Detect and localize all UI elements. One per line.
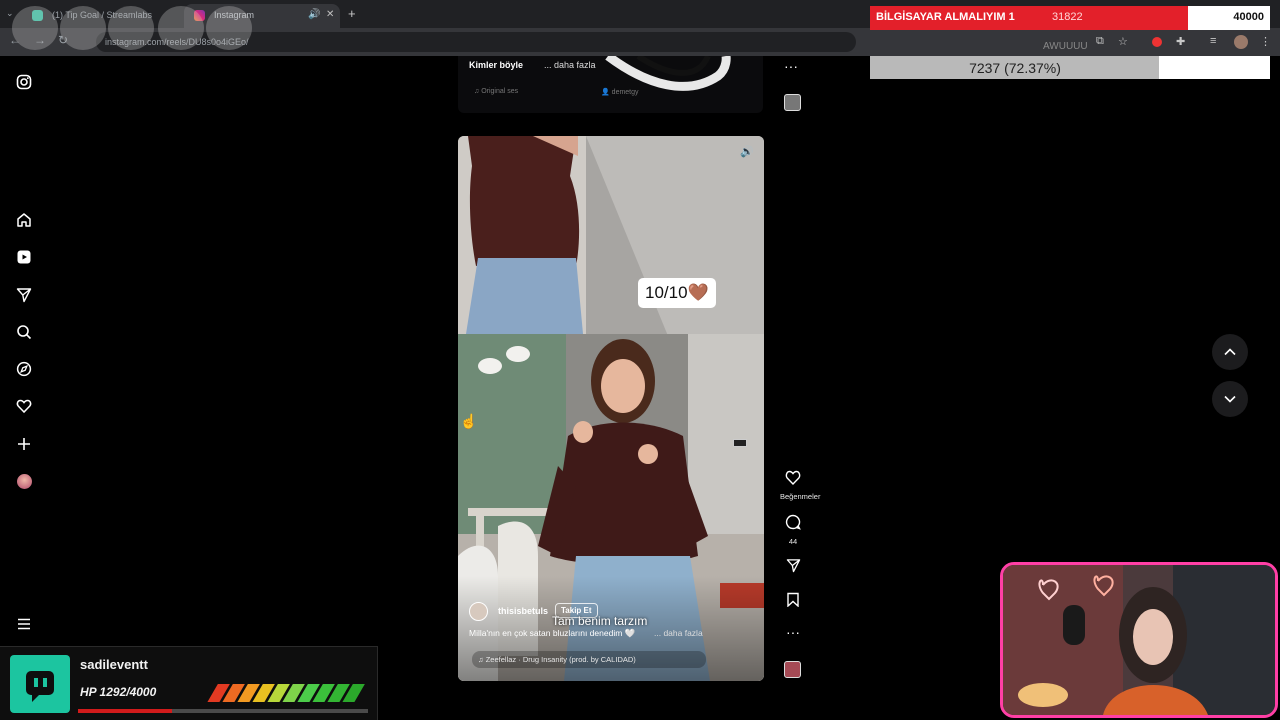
reel-sticker: 10/10🤎	[638, 278, 716, 308]
browser-profile-avatar[interactable]	[1234, 35, 1248, 49]
more-options-icon[interactable]: ···	[780, 624, 806, 640]
reel-caption-more-link[interactable]: ... daha fazla	[654, 628, 703, 638]
home-icon[interactable]	[14, 210, 34, 230]
browser-menu-icon[interactable]: ⋮	[1260, 35, 1271, 48]
explore-icon[interactable]	[14, 359, 34, 379]
prev-reel-audio-thumb[interactable]	[784, 94, 801, 111]
comments-count: 44	[788, 537, 798, 546]
blur-mask	[60, 6, 106, 50]
like-button[interactable]: Beğenmeler	[780, 470, 821, 501]
notifications-icon[interactable]	[14, 396, 34, 416]
tab-search-icon[interactable]: ⌄	[6, 8, 14, 19]
media-controls-icon[interactable]: ≡	[1210, 35, 1216, 47]
reels-icon[interactable]	[14, 247, 34, 267]
share-button[interactable]	[780, 558, 806, 578]
share-icon	[786, 559, 800, 573]
reel-caption: Milla'nın en çok satan bluzlarını denedi…	[469, 628, 636, 638]
prev-reel-more-link[interactable]: ... daha fazla	[544, 60, 596, 70]
chevron-up-icon	[1224, 348, 1236, 356]
reel-audio-label: Zeefellaz · Drug Insanity (prod. by CALI…	[485, 655, 636, 664]
tab-close-icon[interactable]: ✕	[326, 9, 334, 20]
likes-label: Beğenmeler	[780, 492, 821, 501]
save-button[interactable]	[780, 592, 806, 612]
extension-record-icon[interactable]	[1152, 37, 1162, 47]
previous-reel[interactable]: Kimler böyle ... daha fazla ♫ Original s…	[458, 56, 763, 113]
webcam-overlay	[1000, 562, 1278, 718]
bookmark-star-icon[interactable]: ☆	[1118, 35, 1128, 48]
search-icon[interactable]	[14, 322, 34, 342]
author-username[interactable]: thisisbetuls	[498, 606, 548, 616]
new-tab-button[interactable]: +	[348, 6, 356, 21]
profile-avatar[interactable]	[14, 471, 34, 491]
blur-mask	[158, 6, 204, 50]
previous-reel-button[interactable]	[1212, 334, 1248, 370]
twitch-logo-icon	[10, 655, 70, 713]
reel-video[interactable]: 🔊 10/10🤎 thisisbetuls Takip Et Tam benim…	[458, 136, 764, 681]
wall-switch	[733, 439, 747, 447]
instagram-logo-icon[interactable]	[14, 72, 34, 92]
create-icon[interactable]	[14, 434, 34, 454]
blur-mask	[108, 6, 154, 50]
mute-toggle-icon[interactable]: 🔊	[740, 145, 754, 158]
author-avatar[interactable]	[469, 602, 488, 621]
comment-button[interactable]: 44	[780, 514, 806, 546]
tab-audio-icon[interactable]: 🔊	[308, 9, 320, 20]
messages-icon[interactable]	[14, 285, 34, 305]
overlay-ghost-text: AWUUUU	[1043, 41, 1088, 52]
bookmark-icon	[787, 592, 799, 608]
comment-icon	[785, 514, 801, 530]
hp-text: HP 1292/4000	[80, 685, 157, 699]
mouse-cursor: ☝	[460, 413, 478, 429]
prev-reel-tag[interactable]: 👤 demetgy	[601, 88, 639, 96]
goal-current: 31822	[1052, 11, 1083, 23]
reel-subtitle: Tam benim tarzım	[552, 614, 648, 628]
hp-fill	[78, 709, 172, 713]
goal-title: BİLGİSAYAR ALMALIYIM 1	[876, 11, 1015, 23]
blur-mask	[206, 6, 252, 50]
hp-username: sadileventt	[80, 657, 148, 672]
chevron-down-icon	[1224, 395, 1236, 403]
prev-reel-caption: Kimler böyle	[469, 60, 524, 70]
heart-icon	[785, 470, 801, 486]
reel-audio-thumb[interactable]	[784, 661, 801, 678]
blur-mask	[12, 6, 58, 50]
second-goal-text: 7237 (72.37%)	[969, 60, 1061, 76]
prev-reel-audio[interactable]: ♫ Original ses	[474, 88, 518, 95]
extensions-icon[interactable]: ✚	[1176, 35, 1185, 48]
hp-segments	[207, 684, 365, 702]
goal-target: 40000	[1233, 11, 1264, 23]
install-app-icon[interactable]: ⧉	[1096, 35, 1104, 48]
next-reel-button[interactable]	[1212, 381, 1248, 417]
prev-reel-more-options-icon[interactable]: ···	[784, 58, 798, 74]
reel-audio-pill[interactable]: ♫ Zeefellaz · Drug Insanity (prod. by CA…	[472, 651, 706, 668]
more-menu-icon[interactable]	[14, 614, 34, 634]
